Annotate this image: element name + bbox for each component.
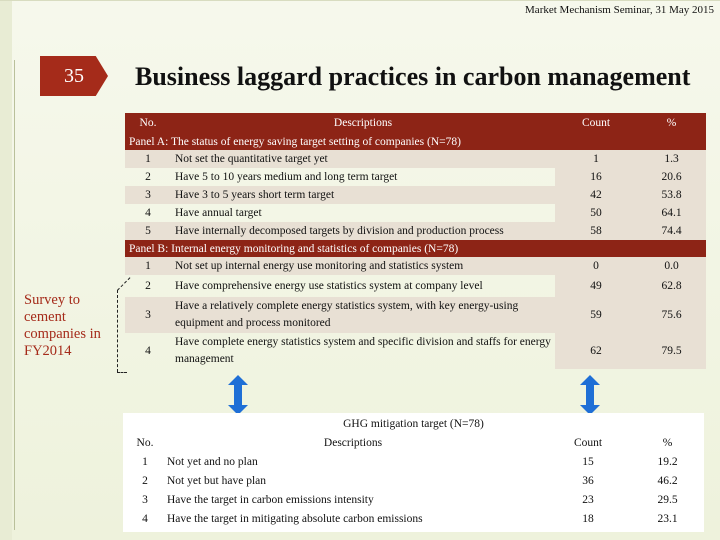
row-count: 1	[555, 150, 637, 168]
survey-note: Survey to cement companies in FY2014	[24, 292, 101, 359]
table-row: 3 Have a relatively complete energy stati…	[125, 297, 706, 333]
row-count: 62	[555, 333, 637, 369]
slide-number-badge: 35	[40, 56, 108, 96]
table-header-row: No. Descriptions Count %	[125, 113, 706, 133]
row-count: 0	[555, 257, 637, 275]
table-row: 1 Not yet and no plan 15 19.2	[127, 452, 702, 471]
row-count: 59	[555, 297, 637, 333]
row-no: 3	[125, 186, 171, 204]
double-arrow-icon-right	[580, 375, 600, 415]
row-pct: 79.5	[637, 333, 706, 369]
row-desc: Not set the quantitative target yet	[171, 150, 555, 168]
panel-b-label: Panel B: Internal energy monitoring and …	[125, 240, 706, 257]
col-desc-header: Descriptions	[171, 113, 555, 133]
col-no-header: No.	[125, 113, 171, 133]
table-row: 1 Not set up internal energy use monitori…	[125, 257, 706, 275]
left-decor-line	[14, 60, 15, 530]
table-row: 3 Have 3 to 5 years short term target 42 53…	[125, 186, 706, 204]
row-pct: 62.8	[637, 275, 706, 297]
table-header-row: No. Descriptions Count %	[127, 433, 702, 452]
left-decor-bar	[0, 0, 12, 540]
row-no: 1	[125, 257, 171, 275]
col-count-header: Count	[573, 436, 603, 449]
row-count: 49	[555, 275, 637, 297]
row-count: 36	[582, 474, 594, 487]
row-pct: 20.6	[637, 168, 706, 186]
col-desc-header: Descriptions	[323, 436, 383, 449]
row-desc: Not yet but have plan	[167, 474, 267, 487]
table-row: 2 Not yet but have plan 36 46.2	[127, 471, 702, 490]
table-row: 4 Have complete energy statistics system …	[125, 333, 706, 369]
ghg-target-table: No. Descriptions Count % 1 Not yet and no…	[127, 433, 702, 528]
slide-title: Business laggard practices in carbon man…	[135, 62, 691, 91]
row-no: 4	[142, 512, 148, 525]
row-pct: 46.2	[657, 474, 678, 487]
table-row: 1 Not set the quantitative target yet 1 1.3	[125, 150, 706, 168]
table-row: 2 Have comprehensive energy use statistic…	[125, 275, 706, 297]
row-pct: 0.0	[637, 257, 706, 275]
table-row: 4 Have annual target 50 64.1	[125, 204, 706, 222]
row-count: 58	[555, 222, 637, 240]
double-arrow-icon-left	[228, 375, 248, 415]
row-pct: 23.1	[657, 512, 678, 525]
table-row: 3 Have the target in carbon emissions int…	[127, 490, 702, 509]
row-desc: Have internally decomposed targets by di…	[171, 222, 555, 240]
table-row: 5 Have internally decomposed targets by d…	[125, 222, 706, 240]
row-desc: Have 5 to 10 years medium and long term …	[175, 171, 398, 183]
row-desc: Not yet and no plan	[167, 455, 258, 468]
row-count: 16	[555, 168, 637, 186]
col-pct-header: %	[637, 113, 706, 133]
row-desc: Have a relatively complete energy statis…	[171, 297, 555, 333]
row-no: 1	[142, 455, 148, 468]
row-desc: Have the target in mitigating absolute c…	[167, 512, 423, 525]
row-pct: 75.6	[637, 297, 706, 333]
row-desc: Have annual target	[175, 207, 262, 219]
col-count-header: Count	[555, 113, 637, 133]
row-no: 4	[145, 344, 151, 357]
row-no: 2	[145, 171, 151, 183]
table-row: 2 Have 5 to 10 years medium and long term…	[125, 168, 706, 186]
row-desc: Have 3 to 5 years short term target	[171, 186, 555, 204]
row-count: 15	[582, 455, 594, 468]
row-desc: Have the target in carbon emissions inte…	[167, 493, 374, 506]
row-pct: 64.1	[637, 204, 706, 222]
panel-b-header: Panel B: Internal energy monitoring and …	[125, 240, 706, 257]
row-no: 1	[125, 150, 171, 168]
dashed-bracket-vertical	[117, 290, 118, 372]
row-no: 4	[145, 207, 151, 219]
row-pct: 74.4	[637, 222, 706, 240]
energy-target-table: No. Descriptions Count % Panel A: The st…	[125, 113, 706, 369]
row-pct: 1.3	[637, 150, 706, 168]
row-no: 2	[142, 474, 148, 487]
panel-a-header: Panel A: The status of energy saving tar…	[125, 133, 706, 150]
row-pct: 29.5	[657, 493, 678, 506]
col-pct-header: %	[662, 436, 673, 449]
row-no: 5	[125, 222, 171, 240]
row-pct: 53.8	[637, 186, 706, 204]
col-no-header: No.	[136, 436, 154, 449]
panel-a-label: Panel A: The status of energy saving tar…	[125, 133, 706, 150]
row-no: 3	[125, 297, 171, 333]
row-count: 18	[582, 512, 594, 525]
row-desc: Have comprehensive energy use statistics…	[175, 280, 483, 292]
row-no: 2	[145, 280, 151, 292]
row-desc: Have complete energy statistics system a…	[175, 336, 551, 365]
row-desc: Not set up internal energy use monitorin…	[171, 257, 555, 275]
seminar-meta: Market Mechanism Seminar, 31 May 2015	[525, 4, 714, 16]
row-no: 3	[142, 493, 148, 506]
ghg-table-title: GHG mitigation target (N=78)	[343, 418, 484, 430]
top-decor-line	[0, 0, 720, 1]
table-row: 4 Have the target in mitigating absolute …	[127, 509, 702, 528]
row-count: 50	[555, 204, 637, 222]
row-count: 23	[582, 493, 594, 506]
dashed-bracket-bottom	[117, 372, 127, 373]
row-count: 42	[555, 186, 637, 204]
row-pct: 19.2	[657, 455, 678, 468]
